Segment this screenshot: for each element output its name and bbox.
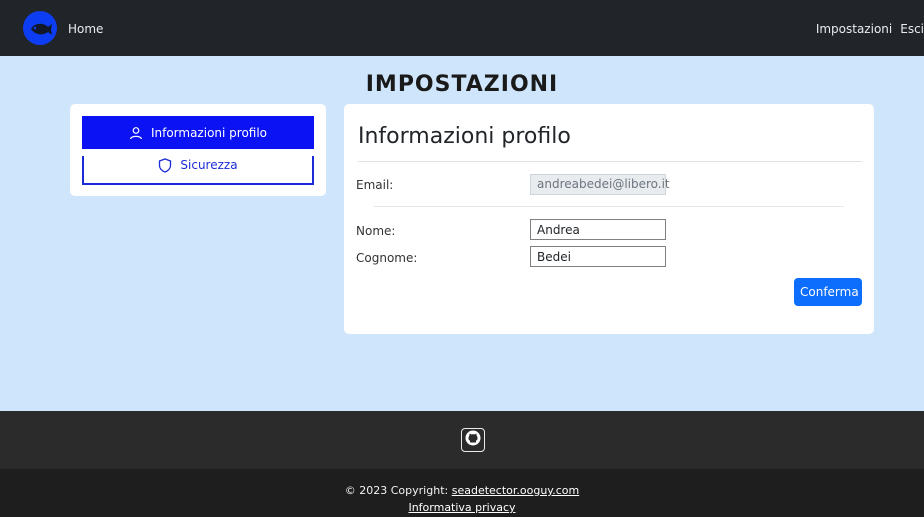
cognome-label: Cognome:: [356, 251, 418, 265]
sidebar-item-label: Sicurezza: [180, 158, 238, 172]
logo-icon[interactable]: [23, 11, 57, 45]
cognome-input[interactable]: [530, 246, 666, 267]
github-icon: [465, 430, 481, 450]
shield-icon: [158, 158, 172, 173]
site-link[interactable]: seadetector.ooguy.com: [452, 484, 580, 497]
navbar: Home Impostazioni Esci: [0, 0, 924, 56]
profile-title: Informazioni profilo: [358, 124, 571, 149]
sidebar-item-security[interactable]: Sicurezza: [82, 156, 314, 185]
github-button[interactable]: [461, 428, 485, 452]
sidebar-item-label: Informazioni profilo: [150, 125, 268, 140]
nome-input[interactable]: [530, 219, 666, 240]
settings-sidebar: Informazioni profilo Sicurezza: [70, 104, 326, 196]
privacy-link[interactable]: Informativa privacy: [408, 501, 515, 514]
nav-right: Impostazioni Esci: [816, 22, 924, 36]
main-area: IMPOSTAZIONI Informazioni profilo Sicure…: [0, 56, 924, 411]
nav-home-link[interactable]: Home: [68, 22, 103, 36]
divider: [374, 206, 844, 207]
user-icon: [129, 126, 143, 140]
email-field: andreabedei@libero.it: [530, 174, 670, 195]
divider: [358, 161, 862, 162]
email-label: Email:: [356, 178, 394, 192]
page-title: IMPOSTAZIONI: [365, 72, 559, 97]
nav-esci-link[interactable]: Esci: [900, 22, 924, 36]
footer-social: [0, 411, 924, 469]
copyright-text: © 2023 Copyright:: [344, 484, 452, 497]
footer: © 2023 Copyright: seadetector.ooguy.com …: [0, 469, 924, 517]
privacy-line: Informativa privacy: [0, 501, 924, 514]
copyright-line: © 2023 Copyright: seadetector.ooguy.com: [0, 484, 924, 497]
profile-card: Informazioni profilo Email: andreabedei@…: [344, 104, 874, 334]
sidebar-item-profile[interactable]: Informazioni profilo: [82, 116, 314, 149]
nome-label: Nome:: [356, 224, 396, 238]
confirm-button[interactable]: Conferma: [794, 278, 862, 306]
nav-impostazioni-link[interactable]: Impostazioni: [816, 22, 892, 36]
